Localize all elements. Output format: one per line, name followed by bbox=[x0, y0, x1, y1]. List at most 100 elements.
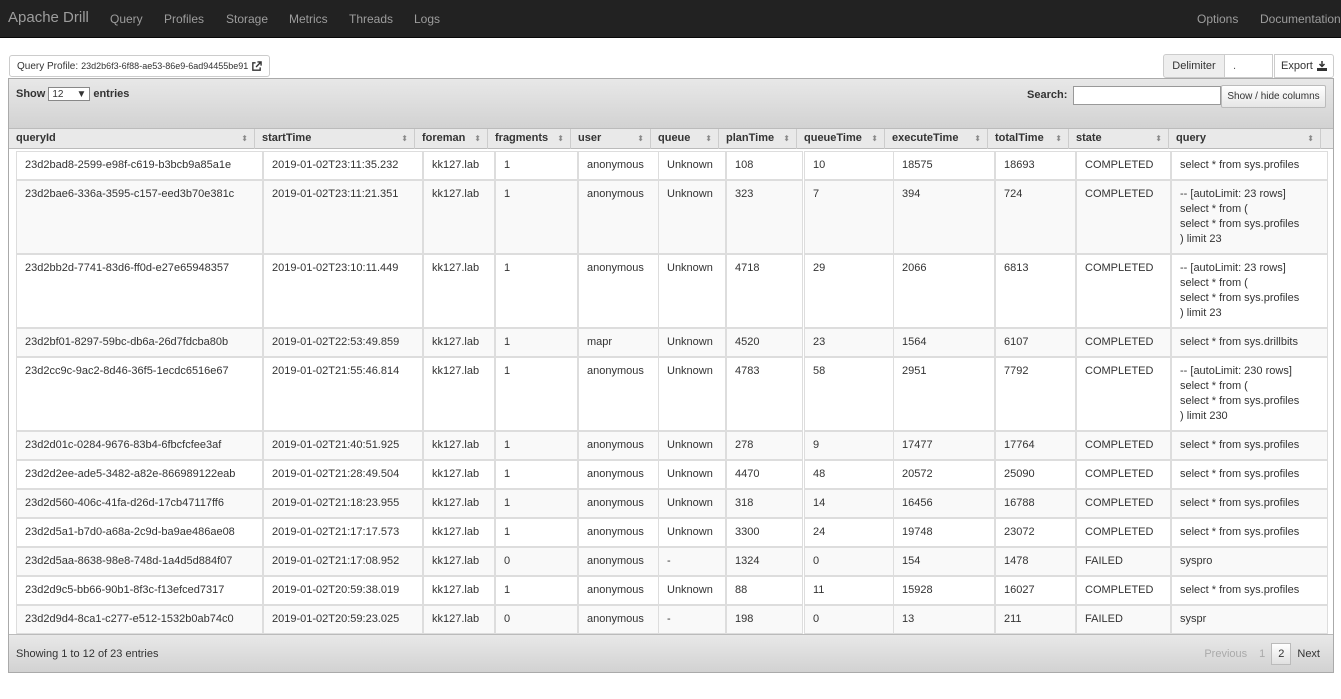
cell-executetime: 20572 bbox=[893, 460, 995, 489]
table-row[interactable]: 23d2d5a1-b7d0-a68a-2c9d-ba9ae486ae08 2019… bbox=[9, 518, 1333, 547]
cell-state: FAILED bbox=[1076, 547, 1171, 576]
column-header-state[interactable]: state ⬍ bbox=[1069, 129, 1169, 149]
nav-query[interactable]: Query bbox=[110, 12, 143, 26]
column-header-foreman[interactable]: foreman ⬍ bbox=[415, 129, 488, 149]
next-page-button[interactable]: Next bbox=[1291, 643, 1326, 665]
cell-query: -- [autoLimit: 23 rows] select * from ( … bbox=[1171, 254, 1328, 328]
table-row[interactable]: 23d2d9c5-bb66-90b1-8f3c-f13efced7317 2019… bbox=[9, 576, 1333, 605]
table-footer: Showing 1 to 12 of 23 entries Previous 1… bbox=[9, 634, 1333, 672]
brand-logo[interactable]: Apache Drill bbox=[8, 9, 89, 26]
cell-queryid[interactable]: 23d2d01c-0284-9676-83b4-6fbcfcfee3af bbox=[16, 431, 263, 460]
cell-queuetime: 9 bbox=[804, 431, 894, 460]
cell-queuetime: 29 bbox=[804, 254, 894, 328]
cell-queryid[interactable]: 23d2bad8-2599-e98f-c619-b3bcb9a85a1e bbox=[16, 151, 263, 180]
table-row[interactable]: 23d2bf01-8297-59bc-db6a-26d7fdcba80b 2019… bbox=[9, 328, 1333, 357]
nav-metrics[interactable]: Metrics bbox=[289, 12, 328, 26]
cell-user: anonymous bbox=[578, 460, 659, 489]
column-header-starttime[interactable]: startTime ⬍ bbox=[255, 129, 415, 149]
cell-queryid[interactable]: 23d2d2ee-ade5-3482-a82e-866989122eab bbox=[16, 460, 263, 489]
table-row[interactable]: 23d2d01c-0284-9676-83b4-6fbcfcfee3af 2019… bbox=[9, 431, 1333, 460]
column-header-executetime[interactable]: executeTime ⬍ bbox=[885, 129, 988, 149]
nav-documentation[interactable]: Documentation bbox=[1260, 12, 1341, 26]
cell-totaltime: 6107 bbox=[995, 328, 1076, 357]
column-header-label: startTime bbox=[262, 132, 312, 144]
cell-queuetime: 24 bbox=[804, 518, 894, 547]
sort-icon: ⬍ bbox=[783, 134, 790, 143]
export-button[interactable]: Export bbox=[1274, 54, 1334, 78]
column-header-queue[interactable]: queue ⬍ bbox=[651, 129, 719, 149]
nav-threads[interactable]: Threads bbox=[349, 12, 393, 26]
cell-totaltime: 1478 bbox=[995, 547, 1076, 576]
column-header-query[interactable]: query ⬍ bbox=[1169, 129, 1321, 149]
nav-logs[interactable]: Logs bbox=[414, 12, 440, 26]
entries-label: entries bbox=[93, 88, 130, 100]
table-row[interactable]: 23d2bb2d-7741-83d6-ff0d-e27e65948357 2019… bbox=[9, 254, 1333, 328]
sort-icon: ⬍ bbox=[474, 134, 481, 143]
cell-state: COMPLETED bbox=[1076, 151, 1171, 180]
sort-icon: ⬍ bbox=[974, 134, 981, 143]
column-header-label: state bbox=[1076, 132, 1102, 144]
table-row[interactable]: 23d2d560-406c-41fa-d26d-17cb47117ff6 2019… bbox=[9, 489, 1333, 518]
cell-totaltime: 16027 bbox=[995, 576, 1076, 605]
query-profile-link[interactable]: Query Profile: 23d2b6f3-6f88-ae53-86e9-6… bbox=[9, 55, 271, 77]
show-label: Show bbox=[16, 88, 46, 100]
nav-storage[interactable]: Storage bbox=[226, 12, 268, 26]
export-icon bbox=[1316, 61, 1327, 71]
cell-queryid[interactable]: 23d2bae6-336a-3595-c157-eed3b70e381c bbox=[16, 180, 263, 254]
column-header-plantime[interactable]: planTime ⬍ bbox=[719, 129, 797, 149]
column-header-fragments[interactable]: fragments ⬍ bbox=[488, 129, 571, 149]
sort-icon: ⬍ bbox=[871, 134, 878, 143]
cell-queryid[interactable]: 23d2bb2d-7741-83d6-ff0d-e27e65948357 bbox=[16, 254, 263, 328]
page-1-button[interactable]: 1 bbox=[1253, 643, 1271, 665]
cell-queryid[interactable]: 23d2bf01-8297-59bc-db6a-26d7fdcba80b bbox=[16, 328, 263, 357]
cell-foreman: kk127.lab bbox=[423, 151, 495, 180]
cell-plantime: 4520 bbox=[726, 328, 803, 357]
page-2-button[interactable]: 2 bbox=[1271, 643, 1292, 665]
nav-profiles[interactable]: Profiles bbox=[164, 12, 204, 26]
export-controls: Delimiter Export bbox=[1163, 54, 1334, 78]
cell-starttime: 2019-01-02T20:59:23.025 bbox=[263, 605, 423, 634]
cell-queryid[interactable]: 23d2d560-406c-41fa-d26d-17cb47117ff6 bbox=[16, 489, 263, 518]
table-row[interactable]: 23d2d9d4-8ca1-c277-e512-1532b0ab74c0 2019… bbox=[9, 605, 1333, 634]
cell-starttime: 2019-01-02T21:40:51.925 bbox=[263, 431, 423, 460]
nav-options[interactable]: Options bbox=[1197, 12, 1238, 26]
cell-starttime: 2019-01-02T21:17:17.573 bbox=[263, 518, 423, 547]
cell-queryid[interactable]: 23d2d5a1-b7d0-a68a-2c9d-ba9ae486ae08 bbox=[16, 518, 263, 547]
table-row[interactable]: 23d2cc9c-9ac2-8d46-36f5-1ecdc6516e67 2019… bbox=[9, 357, 1333, 431]
cell-starttime: 2019-01-02T23:11:35.232 bbox=[263, 151, 423, 180]
cell-queuetime: 48 bbox=[804, 460, 894, 489]
cell-totaltime: 724 bbox=[995, 180, 1076, 254]
cell-queryid[interactable]: 23d2cc9c-9ac2-8d46-36f5-1ecdc6516e67 bbox=[16, 357, 263, 431]
column-header-label: foreman bbox=[422, 132, 466, 144]
column-header-totaltime[interactable]: totalTime ⬍ bbox=[988, 129, 1069, 149]
sort-icon: ⬍ bbox=[557, 134, 564, 143]
cell-queryid[interactable]: 23d2d9c5-bb66-90b1-8f3c-f13efced7317 bbox=[16, 576, 263, 605]
show-hide-columns-button[interactable]: Show / hide columns bbox=[1221, 85, 1326, 108]
column-header-user[interactable]: user ⬍ bbox=[571, 129, 651, 149]
cell-state: COMPLETED bbox=[1076, 431, 1171, 460]
table-row[interactable]: 23d2d5aa-8638-98e8-748d-1a4d5d884f07 2019… bbox=[9, 547, 1333, 576]
cell-query: syspr bbox=[1171, 605, 1328, 634]
cell-fragments: 1 bbox=[495, 180, 578, 254]
sort-icon: ⬍ bbox=[1307, 134, 1314, 143]
dropdown-arrow-icon: ▼ bbox=[76, 88, 87, 100]
page-length-select[interactable]: 12 ▼ bbox=[48, 87, 91, 101]
cell-query: select * from sys.profiles bbox=[1171, 151, 1328, 180]
search-input[interactable] bbox=[1073, 86, 1221, 105]
cell-fragments: 1 bbox=[495, 328, 578, 357]
table-row[interactable]: 23d2bae6-336a-3595-c157-eed3b70e381c 2019… bbox=[9, 180, 1333, 254]
cell-totaltime: 17764 bbox=[995, 431, 1076, 460]
table-row[interactable]: 23d2bad8-2599-e98f-c619-b3bcb9a85a1e 2019… bbox=[9, 151, 1333, 180]
cell-totaltime: 25090 bbox=[995, 460, 1076, 489]
column-header-queuetime[interactable]: queueTime ⬍ bbox=[797, 129, 885, 149]
previous-page-button[interactable]: Previous bbox=[1198, 643, 1253, 665]
cell-fragments: 1 bbox=[495, 489, 578, 518]
cell-executetime: 2066 bbox=[893, 254, 995, 328]
column-header-queryid[interactable]: queryId ⬍ bbox=[9, 129, 255, 149]
cell-queryid[interactable]: 23d2d9d4-8ca1-c277-e512-1532b0ab74c0 bbox=[16, 605, 263, 634]
table-row[interactable]: 23d2d2ee-ade5-3482-a82e-866989122eab 2019… bbox=[9, 460, 1333, 489]
cell-queryid[interactable]: 23d2d5aa-8638-98e8-748d-1a4d5d884f07 bbox=[16, 547, 263, 576]
cell-plantime: 1324 bbox=[726, 547, 803, 576]
delimiter-input[interactable] bbox=[1225, 54, 1273, 78]
length-control: Show 12 ▼ entries bbox=[16, 87, 129, 101]
